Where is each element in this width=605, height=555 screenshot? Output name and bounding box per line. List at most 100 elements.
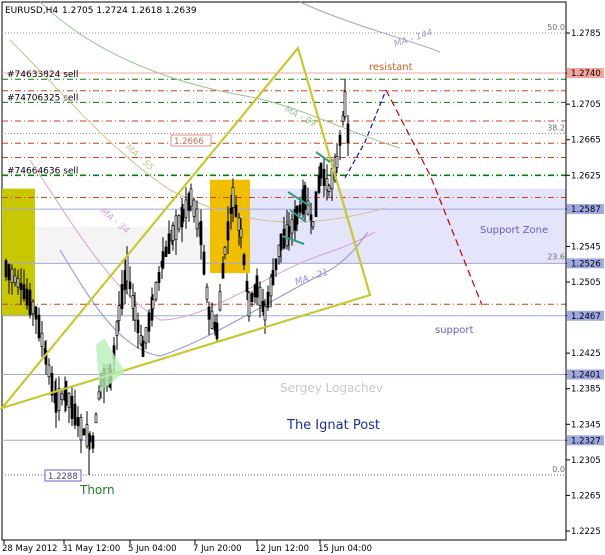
- candle-body: [22, 284, 26, 300]
- candle-body: [25, 288, 29, 306]
- candle-body: [239, 228, 243, 238]
- order-label: #74664636 sell: [7, 166, 78, 176]
- candle-body: [184, 199, 188, 218]
- candle-body: [85, 424, 89, 447]
- candle-body: [54, 391, 58, 413]
- candle-body: [229, 207, 233, 214]
- x-tick-label: 5 Jun 04:00: [128, 544, 177, 554]
- candle-body: [202, 251, 206, 275]
- y-tick-label: 1.2385: [571, 385, 601, 395]
- low-box-label: 1.2288: [48, 472, 78, 482]
- y-tick-label: 1.2545: [571, 242, 601, 252]
- candle-body: [250, 293, 254, 302]
- chart-symbol: EURUSD,H4: [5, 6, 58, 16]
- candle-body: [7, 264, 11, 281]
- candle-body: [195, 208, 199, 230]
- candle-body: [19, 282, 23, 290]
- candle-body: [31, 301, 35, 315]
- candle-body: [290, 219, 294, 234]
- candle-body: [161, 251, 165, 269]
- candle-body: [115, 321, 119, 336]
- candle-body: [16, 278, 20, 288]
- candle-body: [47, 364, 51, 378]
- fibo-label: 50.0: [547, 23, 565, 32]
- y-tick-label: 1.2785: [571, 29, 601, 39]
- candle-body: [117, 305, 121, 322]
- candle-body: [189, 188, 193, 207]
- candle-body: [76, 417, 80, 427]
- candle-body: [311, 221, 315, 228]
- y-tick-label: 1.2705: [571, 100, 601, 110]
- candle-body: [314, 191, 318, 217]
- fibo-label: 0.0: [552, 465, 565, 474]
- support-zone-label: Support Zone: [480, 225, 548, 236]
- candle-body: [70, 395, 74, 419]
- order-label: #74633824 sell: [7, 70, 78, 80]
- candle-body: [10, 268, 14, 283]
- y-tick-label: 1.2305: [571, 456, 601, 466]
- candle-body: [151, 299, 155, 309]
- candle-body: [164, 246, 168, 257]
- y-tick-label: 1.2625: [571, 171, 601, 181]
- candle-body: [34, 306, 38, 320]
- candle-body: [133, 305, 137, 321]
- candle-body: [28, 289, 32, 316]
- candle-body: [174, 215, 178, 241]
- y-tick-label: 1.2425: [571, 349, 601, 359]
- candle-body: [13, 275, 17, 284]
- candle-body: [60, 393, 64, 400]
- support-label: support: [435, 325, 473, 336]
- price-box-label: 1.2327: [571, 436, 601, 446]
- candle-body: [82, 428, 86, 436]
- candle-body: [263, 305, 267, 321]
- candle-body: [154, 282, 158, 300]
- candle-body: [319, 163, 323, 179]
- candle-body: [255, 275, 259, 298]
- candle-body: [218, 291, 222, 311]
- fibo-label: 23.6: [547, 252, 565, 261]
- y-tick-label: 1.2345: [571, 420, 601, 430]
- candle-body: [282, 228, 286, 249]
- candle-body: [207, 306, 211, 320]
- candle-body: [141, 340, 145, 357]
- candle-body: [234, 204, 238, 217]
- candle-body: [205, 286, 209, 300]
- candle-body: [64, 380, 68, 406]
- candle-body: [97, 391, 101, 400]
- candle-body: [144, 327, 148, 344]
- candle-body: [306, 200, 310, 215]
- candle-body: [125, 255, 129, 282]
- candle-body: [147, 312, 151, 332]
- candle-body: [215, 322, 219, 340]
- candle-body: [181, 208, 185, 222]
- candle-body: [120, 283, 124, 309]
- candle-body: [298, 204, 302, 213]
- candle-body: [128, 281, 132, 290]
- candle-body: [192, 199, 196, 217]
- candle-body: [274, 258, 278, 271]
- candle-body: [322, 168, 326, 187]
- eurusd-h4-chart: #74633824 sell #74706325 sell #74664636 se…: [0, 1, 604, 554]
- candle-body: [271, 270, 275, 286]
- candle-body: [199, 221, 203, 246]
- candle-body: [335, 156, 339, 168]
- candle-body: [136, 319, 140, 334]
- price-box-label: 1.2740: [571, 69, 601, 79]
- thorn-label: Thorn: [79, 483, 115, 497]
- candle-body: [223, 246, 227, 255]
- price-box-label: 1.2467: [571, 312, 601, 322]
- candle-body: [210, 310, 214, 329]
- price-box-label: 1.2526: [571, 259, 601, 269]
- candle-body: [221, 263, 225, 279]
- candle-body: [303, 185, 307, 210]
- candle-body: [237, 217, 241, 231]
- y-tick-label: 1.2225: [571, 527, 601, 537]
- candle-body: [231, 187, 235, 208]
- candle-body: [79, 417, 83, 441]
- brand-label: The Ignat Post: [286, 418, 380, 433]
- x-tick-label: 31 May 12:00: [62, 544, 120, 554]
- fibo-label: 38.2: [547, 123, 565, 132]
- box-mid-label: 1.2666: [174, 137, 204, 147]
- candle-body: [226, 221, 230, 241]
- author-label: Sergey Logachev: [280, 381, 383, 395]
